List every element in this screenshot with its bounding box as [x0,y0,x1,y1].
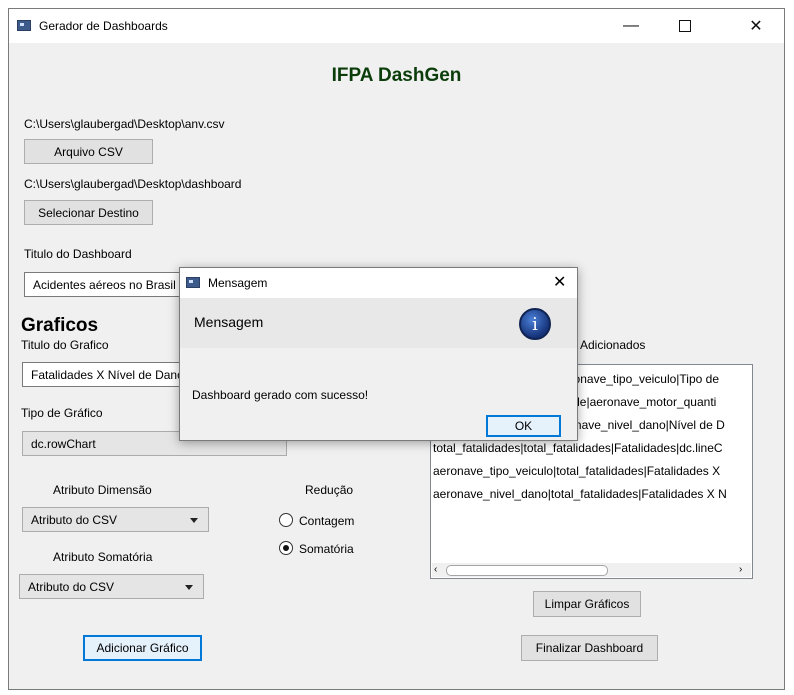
message-dialog: Mensagem ✕ Mensagem i Dashboard gerado c… [179,267,578,441]
dialog-close-icon[interactable]: ✕ [553,272,566,292]
radio-count-label: Contagem [299,514,355,528]
minimize-icon: — [623,17,639,34]
chart-title-input[interactable]: Fatalidades X Nível de Dano [22,362,192,387]
chart-title-label: Titulo do Grafico [21,338,109,352]
maximize-button[interactable] [662,9,708,43]
app-icon [17,20,31,31]
maximize-icon [679,20,691,32]
info-icon: i [519,308,551,340]
app-heading: IFPA DashGen [331,65,462,86]
csv-file-button[interactable]: Arquivo CSV [24,139,153,164]
radio-count[interactable] [279,513,293,527]
dashboard-title-label: Titulo do Dashboard [24,247,132,261]
scroll-left-icon[interactable]: ‹ [434,563,437,577]
clear-charts-button[interactable]: Limpar Gráficos [533,591,641,617]
chart-type-value: dc.rowChart [31,436,96,451]
dialog-header: Mensagem i [180,298,577,348]
scroll-thumb[interactable] [446,565,608,576]
list-item[interactable]: aeronave_tipo_veiculo|total_fatalidades|… [433,460,720,482]
chevron-down-icon [185,584,193,590]
finish-dashboard-button[interactable]: Finalizar Dashboard [521,635,658,661]
select-destination-button[interactable]: Selecionar Destino [24,200,153,225]
dialog-message: Dashboard gerado com sucesso! [192,388,369,402]
sum-attr-combo[interactable]: Atributo do CSV [19,574,204,599]
dimension-label: Atributo Dimensão [53,483,152,497]
radio-sum-label: Somatória [299,542,354,556]
csv-path-label: C:\Users\glaubergad\Desktop\anv.csv [24,117,225,131]
chevron-down-icon [190,517,198,523]
dialog-title: Mensagem [208,276,268,290]
dialog-title-bar: Mensagem ✕ [180,268,577,298]
chart-type-label: Tipo de Gráfico [21,406,103,420]
radio-sum[interactable] [279,541,293,555]
close-button[interactable]: ✕ [733,9,779,43]
scroll-right-icon[interactable]: › [739,563,742,577]
ok-button[interactable]: OK [486,415,561,437]
horizontal-scrollbar[interactable]: ‹ › [432,563,751,577]
reduction-label: Redução [305,483,354,497]
list-item[interactable]: aeronave_nivel_dano|total_fatalidades|Fa… [433,483,727,505]
window-title: Gerador de Dashboards [39,19,168,33]
graficos-heading: Graficos [21,315,99,336]
sum-attr-value: Atributo do CSV [28,579,115,594]
dimension-combo[interactable]: Atributo do CSV [22,507,209,532]
dialog-app-icon [186,277,200,288]
dialog-header-text: Mensagem [194,314,264,330]
added-label: Adicionados [580,338,646,352]
dest-path-label: C:\Users\glaubergad\Desktop\dashboard [24,177,242,191]
dimension-value: Atributo do CSV [31,512,118,527]
minimize-button[interactable]: — [608,9,654,43]
dashboard-title-input[interactable]: Acidentes aéreos no Brasil [24,272,189,297]
close-icon: ✕ [749,18,763,35]
add-chart-button[interactable]: Adicionar Gráfico [83,635,202,661]
title-bar: Gerador de Dashboards — ✕ [9,9,784,43]
sum-attr-label: Atributo Somatória [53,550,153,564]
